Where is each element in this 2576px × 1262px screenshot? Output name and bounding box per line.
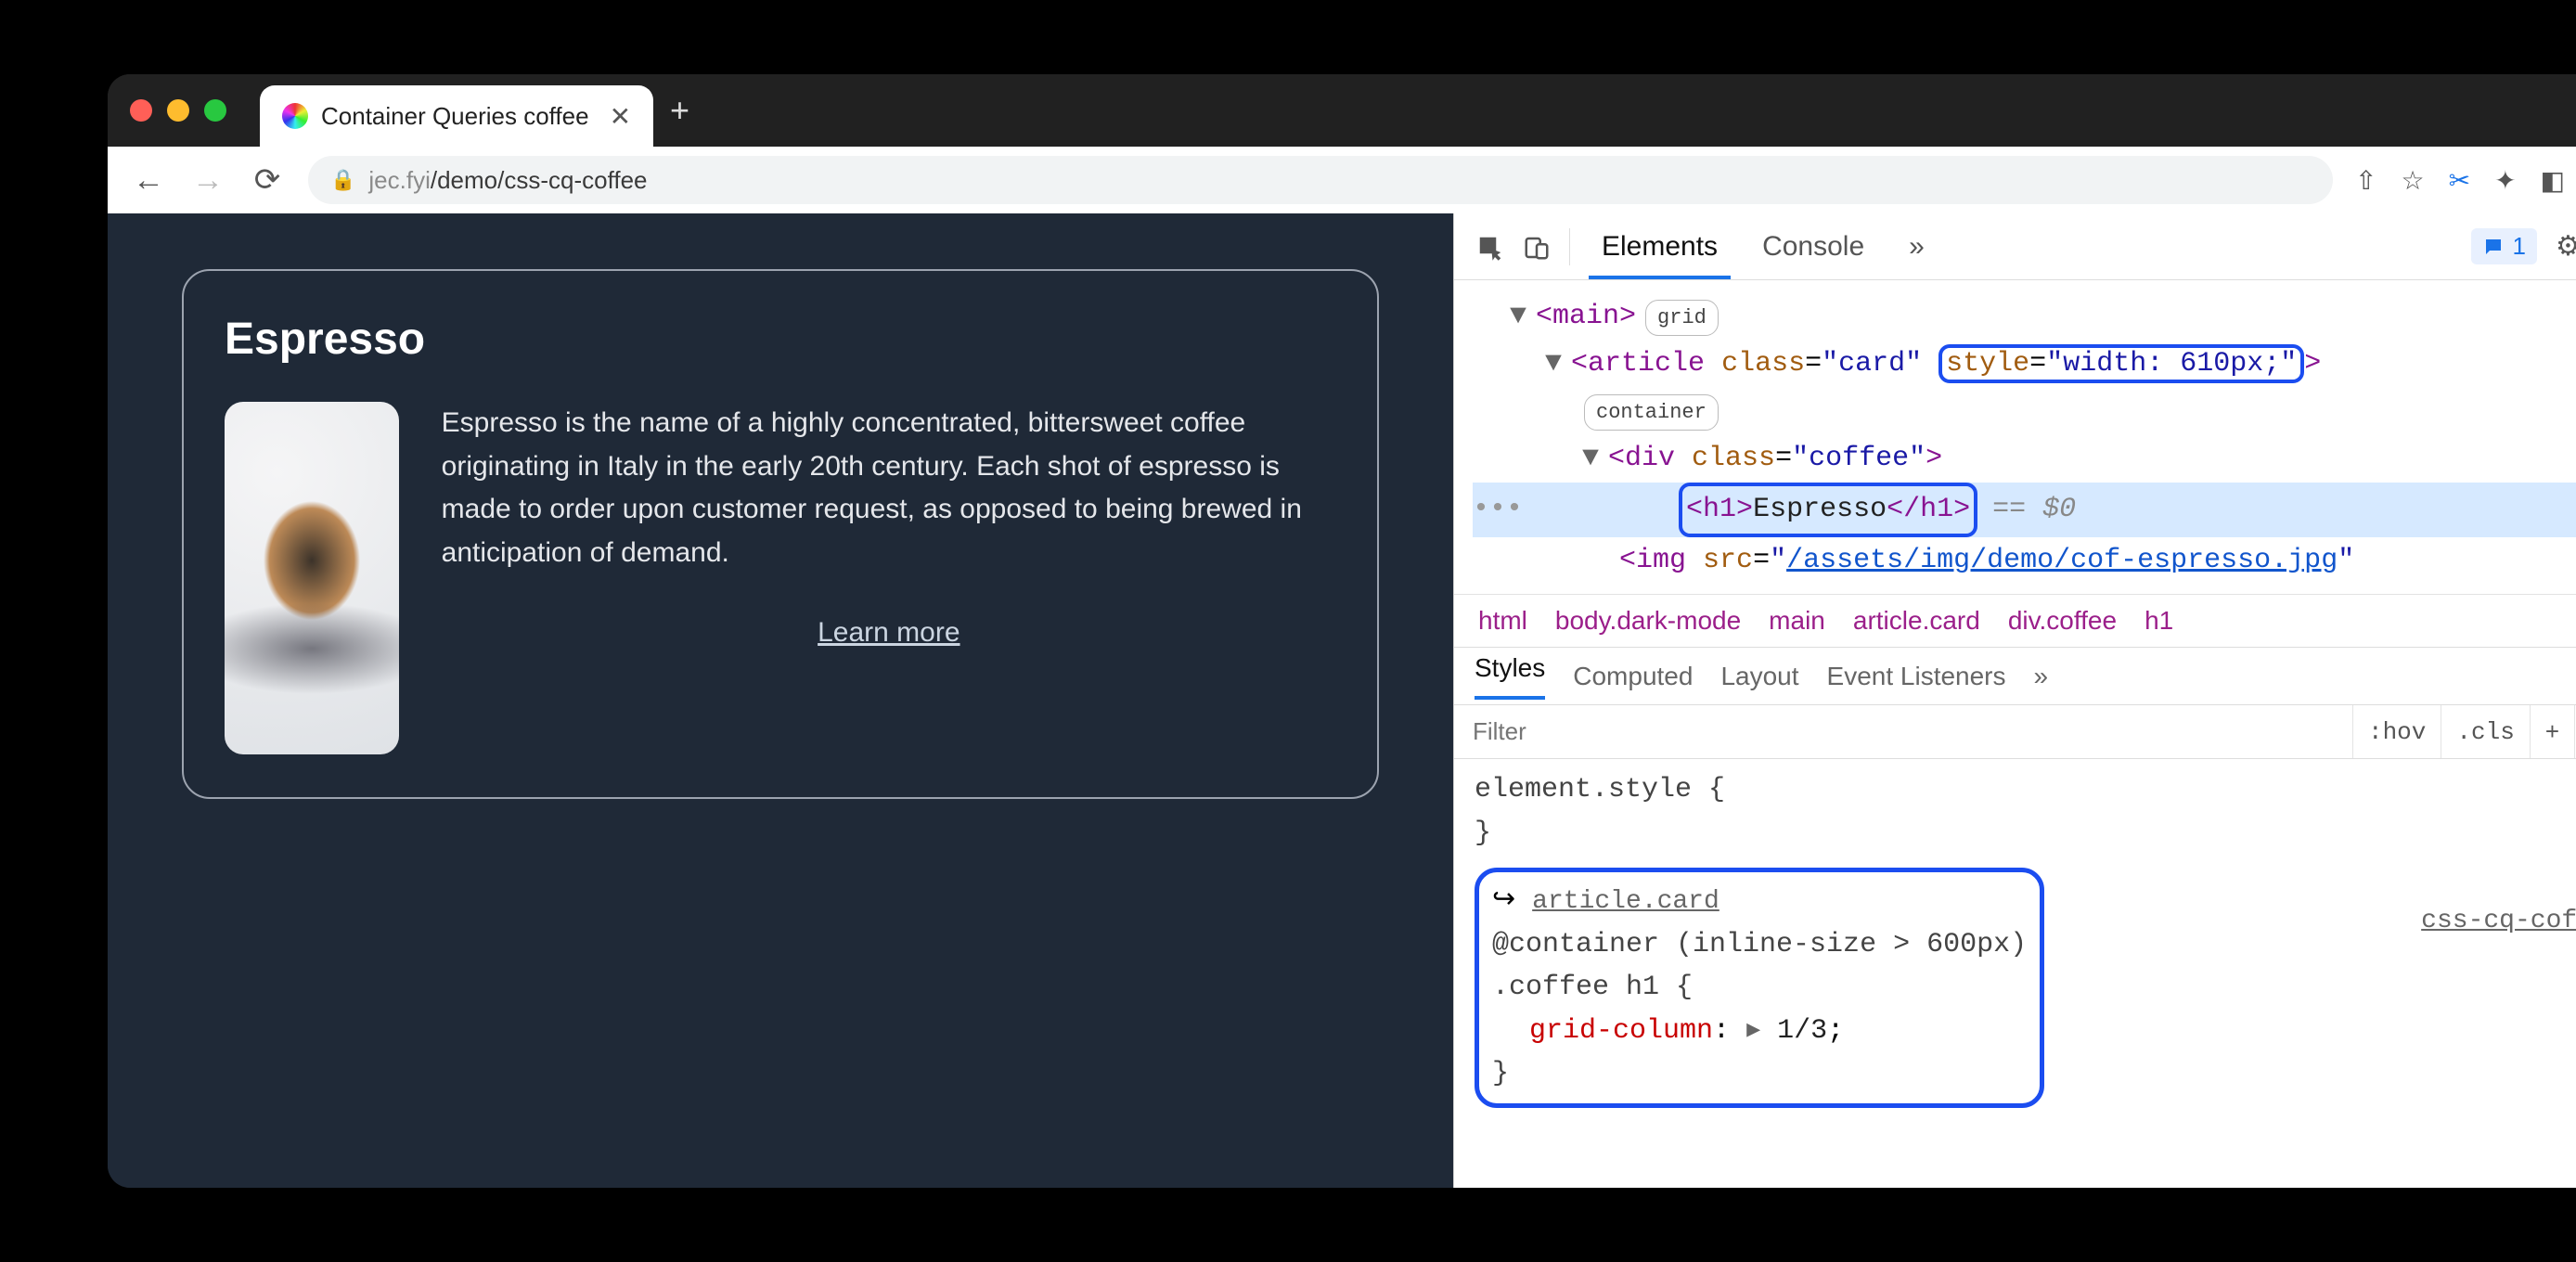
lock-icon: 🔒 [330,168,355,192]
espresso-image [225,402,399,754]
tab-console[interactable]: Console [1749,214,1877,279]
new-tab-button[interactable]: + [670,91,689,130]
styles-rules[interactable]: element.style { } css-cq-coffee:45 ↪ art… [1454,759,2576,1188]
url-host: jec.fyi [368,166,430,194]
container-badge[interactable]: container [1584,394,1719,431]
page-viewport: Espresso Espresso is the name of a highl… [108,213,1453,1188]
new-rule-button[interactable]: + [2530,705,2574,758]
tab-title: Container Queries coffee [321,102,589,131]
issues-count: 1 [2512,232,2525,261]
inspect-icon[interactable] [1476,231,1504,263]
subtab-computed[interactable]: Computed [1573,662,1693,691]
card-title: Espresso [225,314,1336,365]
extensions-icon[interactable]: ✦ [2494,165,2516,196]
crumb[interactable]: html [1478,606,1527,636]
address-bar[interactable]: 🔒 jec.fyi/demo/css-cq-coffee [308,156,2333,204]
minimize-window-button[interactable] [167,99,189,122]
rule-origin-link[interactable]: css-cq-coffee:45 [2421,901,2576,941]
device-toggle-icon[interactable] [1523,231,1551,263]
subtab-layout[interactable]: Layout [1720,662,1798,691]
element-style-rule[interactable]: element.style { } [1475,768,2576,855]
crumb[interactable]: main [1769,606,1825,636]
issues-badge[interactable]: 1 [2471,228,2536,264]
styles-tabbar: Styles Computed Layout Event Listeners » [1454,648,2576,705]
cls-button[interactable]: .cls [2441,705,2529,758]
devtools-tabbar: Elements Console » 1 ⚙ ⋮ ✕ [1454,213,2576,280]
subtab-more[interactable]: » [2034,662,2049,691]
selected-dom-node[interactable]: ••• <h1>Espresso</h1> == $0 [1473,483,2576,537]
tab-more[interactable]: » [1896,214,1938,279]
sidepanel-icon[interactable]: ◧ [2541,165,2565,196]
scissors-icon[interactable]: ✂ [2449,165,2470,196]
styles-filterbar: :hov .cls + [1454,705,2576,759]
titlebar: Container Queries coffee ✕ + [108,74,2576,147]
forward-button[interactable]: → [189,162,226,199]
close-tab-button[interactable]: ✕ [610,101,631,132]
subtab-styles[interactable]: Styles [1475,653,1545,700]
devtools-panel: Elements Console » 1 ⚙ ⋮ ✕ ▼<main>grid ▼… [1453,213,2576,1188]
settings-icon[interactable]: ⚙ [2556,230,2576,263]
browser-tab[interactable]: Container Queries coffee ✕ [260,85,653,147]
toolbar: ← → ⟳ 🔒 jec.fyi/demo/css-cq-coffee ⇧ ☆ ✂… [108,147,2576,213]
reload-button[interactable]: ⟳ [249,161,286,199]
dom-breadcrumb[interactable]: html body.dark-mode main article.card di… [1454,595,2576,648]
fullscreen-window-button[interactable] [204,99,226,122]
share-icon[interactable]: ⇧ [2355,165,2376,196]
back-button[interactable]: ← [130,162,167,199]
container-link[interactable]: article.card [1532,887,1719,916]
coffee-card: Espresso Espresso is the name of a highl… [182,269,1379,799]
traffic-lights [130,99,226,122]
favicon-icon [282,103,308,129]
subtab-event-listeners[interactable]: Event Listeners [1827,662,2006,691]
close-window-button[interactable] [130,99,152,122]
crumb[interactable]: h1 [2145,606,2173,636]
hov-button[interactable]: :hov [2352,705,2441,758]
crumb[interactable]: article.card [1853,606,1980,636]
learn-more-link[interactable]: Learn more [442,617,1336,649]
crumb[interactable]: body.dark-mode [1555,606,1741,636]
container-query-rule[interactable]: css-cq-coffee:45 ↪ article.card @contain… [1475,868,2576,1108]
tab-elements[interactable]: Elements [1589,214,1731,279]
dom-tree[interactable]: ▼<main>grid ▼<article class="card" style… [1454,280,2576,595]
crumb[interactable]: div.coffee [2008,606,2117,636]
grid-badge[interactable]: grid [1645,300,1719,336]
styles-filter-input[interactable] [1454,705,2352,758]
bookmark-icon[interactable]: ☆ [2401,165,2424,196]
browser-window: Container Queries coffee ✕ + ← → ⟳ 🔒 jec… [108,74,2576,1188]
url-path: /demo/css-cq-coffee [431,166,648,194]
card-body-text: Espresso is the name of a highly concent… [442,402,1336,574]
